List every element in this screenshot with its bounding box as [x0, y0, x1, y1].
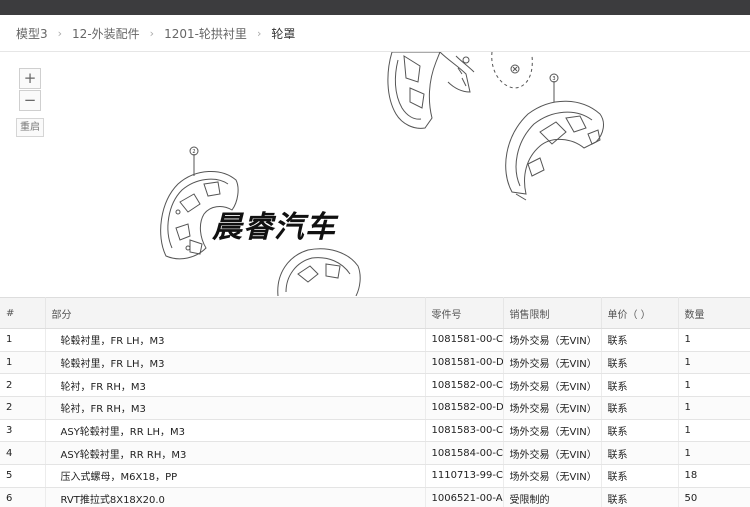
cell-part-name: ASY轮毂衬里，RR LH，M3	[45, 419, 426, 443]
breadcrumb-item-category[interactable]: 12-外装配件	[72, 25, 140, 42]
breadcrumb: 模型3 › 12-外装配件 › 1201-轮拱衬里 › 轮罩	[0, 15, 750, 52]
cell-unit-price: 联系	[601, 441, 679, 466]
cell-unit-price: 联系	[601, 396, 679, 420]
cell-index: 6	[0, 487, 46, 507]
cell-index: 2	[0, 396, 46, 420]
wheel-liner-drawing-top	[387, 52, 475, 129]
table-row[interactable]: 3 ASY轮毂衬里，RR LH，M3 1081583-00-C 场外交易（无VI…	[0, 419, 750, 443]
cell-quantity: 1	[678, 351, 750, 375]
table-row[interactable]: 2 轮衬，FR RH，M3 1081582-00-C 场外交易（无VIN） 联系…	[0, 373, 750, 398]
breadcrumb-separator-icon: ›	[149, 26, 155, 40]
reset-view-button[interactable]: 重启	[16, 118, 44, 137]
wheel-liner-drawing-right	[505, 73, 604, 201]
header-index[interactable]: #	[0, 297, 46, 329]
cell-part-number: 1081583-00-C	[425, 419, 504, 443]
detail-callout-drawing	[491, 52, 533, 89]
cell-part-number: 1110713-99-C	[425, 464, 504, 488]
breadcrumb-item-current: 轮罩	[271, 26, 296, 41]
header-quantity[interactable]: 数量	[678, 297, 750, 329]
cell-part-name: 轮毂衬里，FR LH，M3	[45, 328, 426, 352]
cell-part-name: 轮衬，FR RH，M3	[45, 373, 426, 398]
cell-sales-restriction: 场外交易（无VIN）	[503, 351, 602, 375]
zoom-out-button[interactable]: −	[19, 90, 41, 111]
table-header-row: # 部分 零件号 销售限制 单价（ ） 数量	[0, 297, 750, 329]
cell-part-name: ASY轮毂衬里，RR RH，M3	[45, 441, 426, 466]
header-unit-price[interactable]: 单价（ ）	[601, 297, 679, 329]
cell-sales-restriction: 场外交易（无VIN）	[503, 441, 602, 466]
cell-quantity: 1	[678, 441, 750, 466]
parts-diagram[interactable]: 3 2 晨睿汽车	[0, 52, 750, 296]
cell-unit-price: 联系	[601, 328, 679, 352]
cell-index: 3	[0, 419, 46, 443]
header-part[interactable]: 部分	[45, 297, 426, 329]
cell-quantity: 50	[678, 487, 750, 507]
cell-part-number: 1081582-00-C	[425, 373, 504, 398]
cell-quantity: 1	[678, 419, 750, 443]
cell-unit-price: 联系	[601, 419, 679, 443]
cell-part-name: 轮衬，FR RH，M3	[45, 396, 426, 420]
cell-unit-price: 联系	[601, 373, 679, 398]
cell-sales-restriction: 场外交易（无VIN）	[503, 464, 602, 488]
parts-diagram-drawing: 3 2	[160, 52, 604, 296]
top-bar	[0, 0, 750, 15]
watermark-text: 晨睿汽车	[212, 210, 336, 245]
parts-table: # 部分 零件号 销售限制 单价（ ） 数量 1 轮毂衬里，FR LH，M3 1…	[0, 297, 750, 507]
table-row[interactable]: 6 RVT推拉式8X18X20.0 1006521-00-A 受限制的 联系 5…	[0, 487, 750, 507]
cell-part-number: 1081581-00-C	[425, 328, 504, 352]
breadcrumb-separator-icon: ›	[57, 26, 63, 40]
cell-unit-price: 联系	[601, 351, 679, 375]
cell-part-number: 1081584-00-C	[425, 441, 504, 466]
callout-3-label: 3	[552, 76, 555, 82]
cell-quantity: 1	[678, 396, 750, 420]
cell-part-name: RVT推拉式8X18X20.0	[45, 487, 426, 507]
cell-sales-restriction: 场外交易（无VIN）	[503, 419, 602, 443]
cell-part-number: 1006521-00-A	[425, 487, 504, 507]
breadcrumb-separator-icon: ›	[256, 26, 262, 40]
cell-quantity: 1	[678, 373, 750, 398]
header-sales-restriction[interactable]: 销售限制	[503, 297, 602, 329]
breadcrumb-item-model[interactable]: 模型3	[16, 25, 48, 42]
cell-index: 1	[0, 351, 46, 375]
table-row[interactable]: 1 轮毂衬里，FR LH，M3 1081581-00-C 场外交易（无VIN） …	[0, 328, 750, 352]
cell-index: 2	[0, 373, 46, 398]
cell-sales-restriction: 场外交易（无VIN）	[503, 328, 602, 352]
header-part-number[interactable]: 零件号	[425, 297, 504, 329]
table-row[interactable]: 5 压入式螺母，M6X18，PP 1110713-99-C 场外交易（无VIN）…	[0, 464, 750, 488]
cell-quantity: 1	[678, 328, 750, 352]
table-row[interactable]: 4 ASY轮毂衬里，RR RH，M3 1081584-00-C 场外交易（无VI…	[0, 441, 750, 466]
cell-index: 4	[0, 441, 46, 466]
cell-unit-price: 联系	[601, 487, 679, 507]
cell-unit-price: 联系	[601, 464, 679, 488]
cell-quantity: 18	[678, 464, 750, 488]
callout-2-label: 2	[192, 149, 195, 155]
table-row[interactable]: 2 轮衬，FR RH，M3 1081582-00-D 场外交易（无VIN） 联系…	[0, 396, 750, 420]
breadcrumb-item-group[interactable]: 1201-轮拱衬里	[164, 25, 247, 42]
table-row[interactable]: 1 轮毂衬里，FR LH，M3 1081581-00-D 场外交易（无VIN） …	[0, 351, 750, 375]
cell-sales-restriction: 场外交易（无VIN）	[503, 373, 602, 398]
wheel-liner-drawing-bottom	[277, 248, 361, 296]
cell-part-number: 1081581-00-D	[425, 351, 504, 375]
cell-index: 5	[0, 464, 46, 488]
cell-sales-restriction: 场外交易（无VIN）	[503, 396, 602, 420]
zoom-in-button[interactable]: +	[19, 68, 41, 89]
cell-part-name: 压入式螺母，M6X18，PP	[45, 464, 426, 488]
cell-sales-restriction: 受限制的	[503, 487, 602, 507]
cell-index: 1	[0, 328, 46, 352]
cell-part-name: 轮毂衬里，FR LH，M3	[45, 351, 426, 375]
cell-part-number: 1081582-00-D	[425, 396, 504, 420]
